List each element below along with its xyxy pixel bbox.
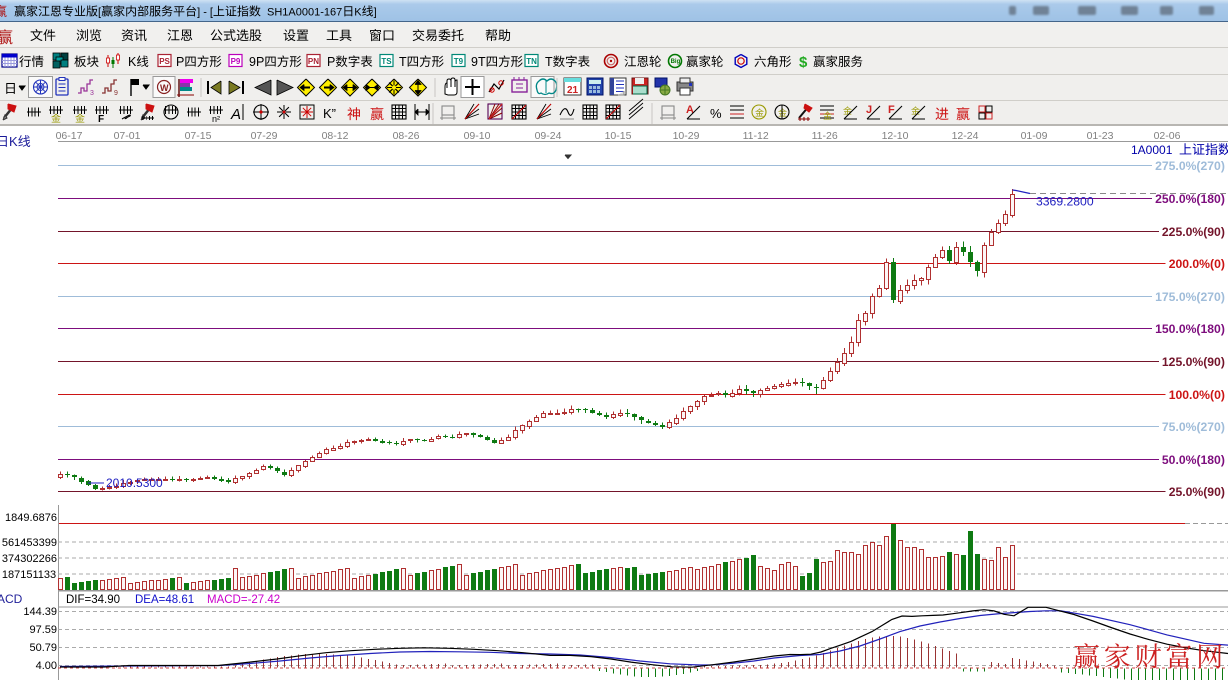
svg-text:10-15: 10-15 bbox=[605, 130, 632, 142]
svg-text:K: K bbox=[354, 7, 362, 19]
svg-text:K: K bbox=[9, 134, 18, 149]
svg-text:08-12: 08-12 bbox=[322, 130, 349, 142]
svg-text:K: K bbox=[128, 55, 137, 69]
svg-text:150.0%(180): 150.0%(180) bbox=[1155, 322, 1225, 336]
svg-text:12-10: 12-10 bbox=[882, 130, 909, 142]
svg-text:] - [: ] - [ bbox=[197, 7, 213, 19]
svg-text:50.79: 50.79 bbox=[30, 642, 58, 654]
svg-text:21: 21 bbox=[567, 85, 579, 96]
svg-text:275.0%(270): 275.0%(270) bbox=[1155, 159, 1225, 173]
svg-text:10-29: 10-29 bbox=[673, 130, 700, 142]
svg-text:A: A bbox=[230, 106, 241, 123]
svg-text:561453399: 561453399 bbox=[2, 537, 57, 549]
svg-text:100.0%(0): 100.0%(0) bbox=[1169, 388, 1225, 402]
svg-text:$: $ bbox=[799, 54, 808, 71]
svg-text:A: A bbox=[686, 104, 694, 116]
svg-text:SH1A0001-167: SH1A0001-167 bbox=[261, 7, 342, 19]
svg-text:09-10: 09-10 bbox=[464, 130, 491, 142]
svg-text:MACD=-27.42: MACD=-27.42 bbox=[207, 594, 280, 606]
svg-text:125.0%(90): 125.0%(90) bbox=[1162, 355, 1225, 369]
svg-text:1849.6876: 1849.6876 bbox=[5, 512, 57, 524]
svg-text:08-26: 08-26 bbox=[393, 130, 420, 142]
svg-text:3369.2800: 3369.2800 bbox=[1036, 195, 1094, 209]
svg-text:01-09: 01-09 bbox=[1021, 130, 1048, 142]
svg-text:9T: 9T bbox=[471, 55, 486, 69]
svg-text:175.0%(270): 175.0%(270) bbox=[1155, 290, 1225, 304]
svg-text:n²: n² bbox=[212, 114, 220, 124]
svg-text:W: W bbox=[160, 83, 169, 93]
svg-text:P: P bbox=[327, 55, 335, 69]
svg-text:MACD: MACD bbox=[0, 592, 23, 606]
svg-text:DIF=34.90: DIF=34.90 bbox=[66, 594, 120, 606]
svg-text:225.0%(90): 225.0%(90) bbox=[1162, 225, 1225, 239]
svg-text:P9: P9 bbox=[231, 57, 241, 66]
svg-text:TS: TS bbox=[381, 57, 392, 66]
svg-text:250.0%(180): 250.0%(180) bbox=[1155, 192, 1225, 206]
svg-text:T: T bbox=[399, 55, 407, 69]
svg-text:187151133: 187151133 bbox=[2, 569, 56, 581]
svg-text:K”: K” bbox=[323, 106, 336, 121]
svg-text:9: 9 bbox=[114, 90, 118, 97]
svg-text:06-17: 06-17 bbox=[56, 130, 83, 142]
svg-text:12-24: 12-24 bbox=[952, 130, 979, 142]
svg-text:07-29: 07-29 bbox=[251, 130, 278, 142]
svg-text:[: [ bbox=[98, 7, 101, 19]
svg-text:50.0%(180): 50.0%(180) bbox=[1162, 453, 1225, 467]
svg-text:200.0%(0): 200.0%(0) bbox=[1169, 257, 1225, 271]
svg-text:3: 3 bbox=[90, 90, 94, 97]
svg-text:02-06: 02-06 bbox=[1154, 130, 1181, 142]
svg-text:]: ] bbox=[374, 7, 377, 19]
svg-text:4.00: 4.00 bbox=[36, 660, 57, 672]
svg-text:F: F bbox=[98, 114, 104, 125]
svg-text:T: T bbox=[545, 55, 553, 69]
svg-text:07-01: 07-01 bbox=[114, 130, 141, 142]
svg-text:25.0%(90): 25.0%(90) bbox=[1169, 485, 1225, 499]
svg-text:1A0001: 1A0001 bbox=[1131, 143, 1179, 157]
svg-text:Big: Big bbox=[671, 59, 681, 65]
svg-text:DEA=48.61: DEA=48.61 bbox=[135, 594, 194, 606]
svg-text:P: P bbox=[176, 55, 184, 69]
svg-text:374302266: 374302266 bbox=[2, 553, 57, 565]
svg-text:TN: TN bbox=[526, 57, 537, 66]
svg-text:9P: 9P bbox=[249, 55, 264, 69]
svg-text:01-23: 01-23 bbox=[1087, 130, 1114, 142]
svg-text:97.59: 97.59 bbox=[30, 624, 58, 636]
svg-text:75.0%(270): 75.0%(270) bbox=[1162, 420, 1225, 434]
svg-text:09-24: 09-24 bbox=[535, 130, 562, 142]
svg-text:07-15: 07-15 bbox=[185, 130, 212, 142]
svg-text:11-26: 11-26 bbox=[812, 130, 838, 142]
svg-text:PS: PS bbox=[159, 57, 170, 66]
svg-text:T9: T9 bbox=[454, 57, 464, 66]
svg-text:2010.5300: 2010.5300 bbox=[106, 476, 163, 490]
svg-text:11-12: 11-12 bbox=[743, 130, 769, 142]
svg-text:%: % bbox=[710, 106, 722, 121]
svg-text:PN: PN bbox=[308, 57, 319, 66]
svg-text:144.39: 144.39 bbox=[23, 606, 57, 618]
